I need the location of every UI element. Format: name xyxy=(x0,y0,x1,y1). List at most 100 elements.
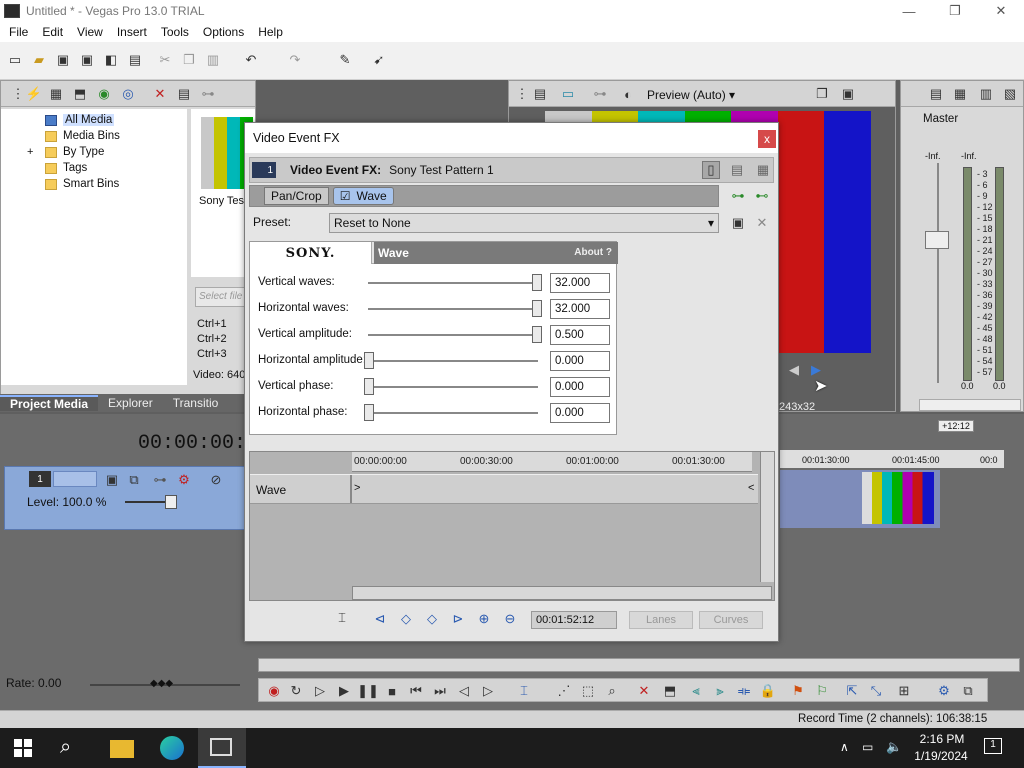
edit-tool-icon[interactable]: ✎ xyxy=(336,51,354,69)
envelope-tool-icon[interactable]: ⋰ xyxy=(555,682,573,700)
tray-chevron-icon[interactable]: ∧ xyxy=(840,740,849,754)
about-link[interactable]: About ? xyxy=(574,247,612,258)
cut-icon[interactable]: ✂ xyxy=(156,51,174,69)
tree-media-bins[interactable]: Media Bins xyxy=(45,128,120,144)
prev-keyframe-icon[interactable]: ◇ xyxy=(397,610,415,628)
normal-edit-tool-icon[interactable]: ⌶ xyxy=(515,682,533,700)
tree-all-media[interactable]: All Media xyxy=(45,112,115,128)
remove-plugin-icon[interactable]: ⊷ xyxy=(753,187,771,205)
import-media-icon[interactable]: ⚡ xyxy=(25,85,43,103)
media-fx-icon[interactable]: ⊶ xyxy=(199,85,217,103)
menu-file[interactable]: File xyxy=(2,25,35,39)
wave-enabled-checkbox[interactable]: ☑ xyxy=(340,189,351,203)
close-window-button[interactable]: ✕ xyxy=(978,0,1024,22)
media-properties-icon[interactable]: ▤ xyxy=(175,85,193,103)
clock-time[interactable]: 2:16 PM xyxy=(916,732,968,746)
track-fx-icon[interactable]: ⊶ xyxy=(151,471,169,489)
save-snapshot-icon[interactable]: ▣ xyxy=(839,85,857,103)
network-icon[interactable]: ▭ xyxy=(862,740,873,754)
save-icon[interactable]: ▣ xyxy=(54,51,72,69)
paste-icon[interactable]: ▥ xyxy=(204,51,222,69)
copy-icon[interactable]: ❐ xyxy=(180,51,198,69)
kf-horizontal-scrollbar[interactable] xyxy=(352,586,772,600)
help-pointer-icon[interactable]: ➹ xyxy=(370,51,388,69)
volume-icon[interactable]: 🔈 xyxy=(886,739,902,755)
master-fader-handle[interactable] xyxy=(925,231,949,249)
web-media-icon[interactable]: ◉ xyxy=(95,85,113,103)
chain-pan-crop[interactable]: Pan/Crop xyxy=(264,187,329,205)
edge-browser-icon[interactable] xyxy=(160,736,184,760)
tree-by-type[interactable]: By Type xyxy=(45,144,104,160)
first-keyframe-icon[interactable]: ⊲ xyxy=(371,610,389,628)
go-end-icon[interactable]: ⏭ xyxy=(431,682,449,700)
mixer-view-icon[interactable]: ▦ xyxy=(951,85,969,103)
menu-tools[interactable]: Tools xyxy=(154,25,196,39)
level-slider-handle[interactable] xyxy=(165,495,177,509)
prev-frame-transport-icon[interactable]: ◁ xyxy=(455,682,473,700)
lock-envelopes-icon[interactable]: ⚙ xyxy=(935,682,953,700)
capture-icon[interactable]: ▦ xyxy=(47,85,65,103)
param-value-input[interactable]: 32.000 xyxy=(550,299,610,319)
grid-view-icon[interactable]: ▦ xyxy=(754,161,772,179)
preview-properties-icon[interactable]: ▤ xyxy=(531,85,549,103)
properties-icon[interactable]: ▤ xyxy=(126,51,144,69)
get-media-icon[interactable]: ⬒ xyxy=(71,85,89,103)
region-icon[interactable]: ⚐ xyxy=(813,682,831,700)
add-plugin-icon[interactable]: ⊶ xyxy=(729,187,747,205)
mute-icon[interactable]: ⊘ xyxy=(207,471,225,489)
delete-keyframe-icon[interactable]: ⊖ xyxy=(501,610,519,628)
param-slider-handle[interactable] xyxy=(364,378,374,395)
trim-icon[interactable]: ⬒ xyxy=(661,682,679,700)
curves-button[interactable]: Curves xyxy=(699,611,763,629)
next-keyframe-icon[interactable]: ◇ xyxy=(423,610,441,628)
menu-help[interactable]: Help xyxy=(251,25,290,39)
zoom-tool-icon[interactable]: ⌕ xyxy=(603,682,621,700)
copy-snapshot-icon[interactable]: ❐ xyxy=(813,85,831,103)
ripple-icon[interactable]: ⊞ xyxy=(895,682,913,700)
auto-crossfade-icon[interactable]: ⤡ xyxy=(867,682,885,700)
param-slider-handle[interactable] xyxy=(532,300,542,317)
clock-date[interactable]: 1/19/2024 xyxy=(910,749,972,763)
tab-explorer[interactable]: Explorer xyxy=(98,396,163,410)
lock-icon[interactable]: 🔒 xyxy=(759,682,777,700)
rate-slider-handle[interactable]: ◆◆◆ xyxy=(150,678,174,690)
chain-view-icon[interactable]: ▯ xyxy=(702,161,720,179)
menu-view[interactable]: View xyxy=(70,25,110,39)
tab-project-media[interactable]: Project Media xyxy=(0,395,99,411)
open-folder-icon[interactable]: ▰ xyxy=(30,51,48,69)
minimize-button[interactable]: — xyxy=(886,0,932,22)
param-value-input[interactable]: 0.000 xyxy=(550,377,610,397)
save-as-icon[interactable]: ▣ xyxy=(78,51,96,69)
master-scrollbar[interactable] xyxy=(919,399,1021,411)
param-value-input[interactable]: 0.000 xyxy=(550,403,610,423)
param-slider-handle[interactable] xyxy=(364,352,374,369)
timeline-scrollbar[interactable] xyxy=(258,658,1020,672)
param-slider-handle[interactable] xyxy=(364,404,374,421)
expand-by-type-icon[interactable]: + xyxy=(27,146,33,158)
delete-preset-icon[interactable]: ✕ xyxy=(753,214,771,232)
param-value-input[interactable]: 32.000 xyxy=(550,273,610,293)
sync-cursor-icon[interactable]: ⌶ xyxy=(333,609,351,627)
render-icon[interactable]: ◧ xyxy=(102,51,120,69)
menu-insert[interactable]: Insert xyxy=(110,25,154,39)
play-icon[interactable]: ▶ xyxy=(335,682,353,700)
marker-icon[interactable]: ⚑ xyxy=(789,682,807,700)
trim-end-icon[interactable]: ⫸ xyxy=(711,682,729,700)
keyframe-timecode[interactable]: 00:01:52:12 xyxy=(531,611,617,629)
kf-vertical-scrollbar[interactable] xyxy=(760,452,774,582)
pause-icon[interactable]: ❚❚ xyxy=(357,682,379,700)
track-name-input[interactable] xyxy=(53,471,97,487)
downmix-icon[interactable]: ▥ xyxy=(977,85,995,103)
track-settings-icon[interactable]: ⚙ xyxy=(175,471,193,489)
video-fx-icon[interactable]: ⊶ xyxy=(591,85,609,103)
mixer-properties-icon[interactable]: ▤ xyxy=(927,85,945,103)
add-keyframe-icon[interactable]: ⊕ xyxy=(475,610,493,628)
save-preset-icon[interactable]: ▣ xyxy=(729,214,747,232)
param-value-input[interactable]: 0.500 xyxy=(550,325,610,345)
pin-icon[interactable]: ⋮ xyxy=(513,85,531,103)
maximize-button[interactable]: ❐ xyxy=(932,0,978,22)
ignore-grouping-icon[interactable]: ⧉ xyxy=(959,682,977,700)
notification-icon[interactable]: 1 xyxy=(984,738,1002,754)
snapping-icon[interactable]: ⇱ xyxy=(843,682,861,700)
split-icon[interactable]: ⟚ xyxy=(735,682,753,700)
